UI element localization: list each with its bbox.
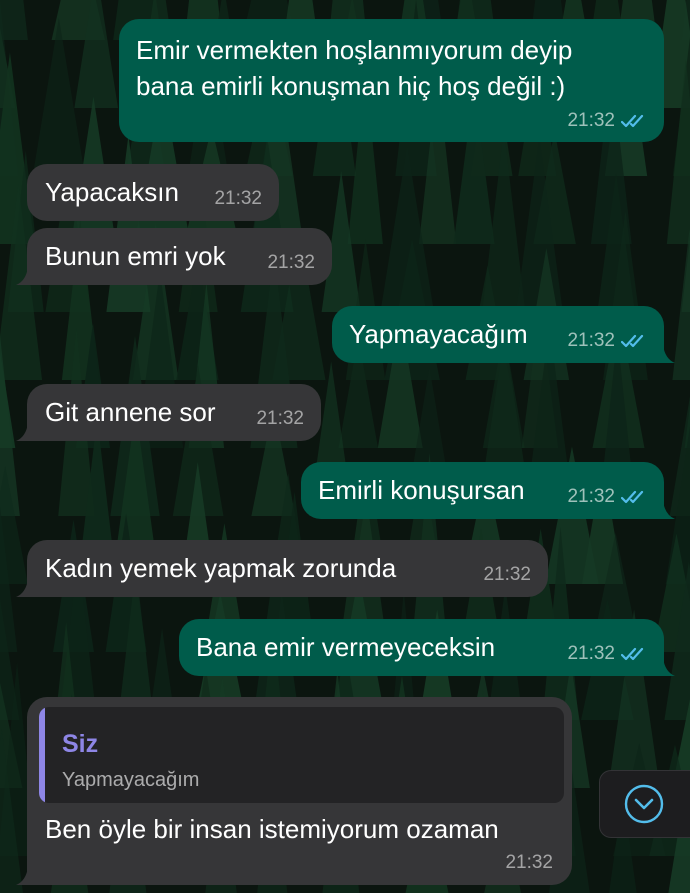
message-meta: 21:32 (567, 643, 648, 665)
message-list[interactable]: Emir vermekten hoşlanmıyorum deyip bana … (0, 0, 690, 893)
quote-text: Yapmayacağım (62, 769, 200, 791)
message-text: Yapmayacağım (349, 319, 528, 349)
quoted-message[interactable]: Siz Yapmayacağım (39, 707, 564, 803)
message-meta: 21:32 (567, 110, 648, 132)
quote-author: Siz (62, 730, 99, 758)
message-bubble-incoming-reply[interactable]: Siz Yapmayacağım Ben öyle bir insan iste… (16, 697, 572, 885)
bubble-tail (14, 421, 34, 441)
message-time: 21:32 (256, 408, 304, 429)
message-bubble-incoming[interactable]: Yapacaksın 21:32 (27, 164, 279, 221)
message-time: 21:32 (567, 330, 615, 351)
scroll-to-bottom-button[interactable] (599, 770, 690, 838)
read-ticks-icon (621, 334, 644, 348)
bubble-tail (657, 656, 677, 676)
read-ticks-icon (621, 647, 644, 661)
message-time: 21:32 (567, 643, 615, 664)
message-text: Emirli konuşursan (318, 475, 525, 505)
message-meta: 21:32 (505, 852, 553, 874)
message-meta: 21:32 (256, 408, 304, 430)
bubble-tail (657, 499, 677, 519)
message-bubble-incoming[interactable]: Kadın yemek yapmak zorunda 21:32 (16, 540, 548, 597)
message-bubble-incoming[interactable]: Git annene sor 21:32 (16, 384, 321, 441)
message-time: 21:32 (505, 852, 553, 873)
bubble-tail (657, 343, 677, 363)
message-text: Emir vermekten hoşlanmıyorum deyip bana … (136, 35, 573, 101)
message-bubble-outgoing[interactable]: Emirli konuşursan 21:32 (301, 462, 675, 519)
message-time: 21:32 (567, 110, 615, 131)
bubble-tail (14, 865, 34, 885)
message-time: 21:32 (267, 252, 315, 273)
message-bubble-outgoing[interactable]: Bana emir vermeyeceksin 21:32 (179, 619, 675, 676)
message-meta: 21:32 (567, 486, 648, 508)
message-text: Kadın yemek yapmak zorunda (45, 553, 397, 583)
message-bubble-outgoing[interactable]: Emir vermekten hoşlanmıyorum deyip bana … (119, 19, 664, 142)
message-time: 21:32 (567, 486, 615, 507)
message-text: Yapacaksın (45, 177, 179, 207)
message-meta: 21:32 (483, 564, 531, 586)
message-text: Bunun emri yok (45, 241, 226, 271)
message-meta: 21:32 (267, 252, 315, 274)
read-ticks-icon (621, 114, 644, 128)
message-time: 21:32 (483, 564, 531, 585)
message-text: Git annene sor (45, 397, 216, 427)
bubble-tail (14, 577, 34, 597)
message-bubble-outgoing[interactable]: Yapmayacağım 21:32 (332, 306, 675, 363)
message-meta: 21:32 (214, 188, 262, 210)
message-text: Bana emir vermeyeceksin (196, 632, 496, 662)
chevron-down-circle-icon (624, 784, 664, 824)
quote-accent-bar (39, 707, 45, 803)
read-ticks-icon (621, 490, 644, 504)
message-meta: 21:32 (567, 330, 648, 352)
bubble-tail (14, 265, 34, 285)
message-text: Ben öyle bir insan istemiyorum ozaman (45, 814, 499, 844)
message-time: 21:32 (214, 188, 262, 209)
message-bubble-incoming[interactable]: Bunun emri yok 21:32 (16, 228, 332, 285)
